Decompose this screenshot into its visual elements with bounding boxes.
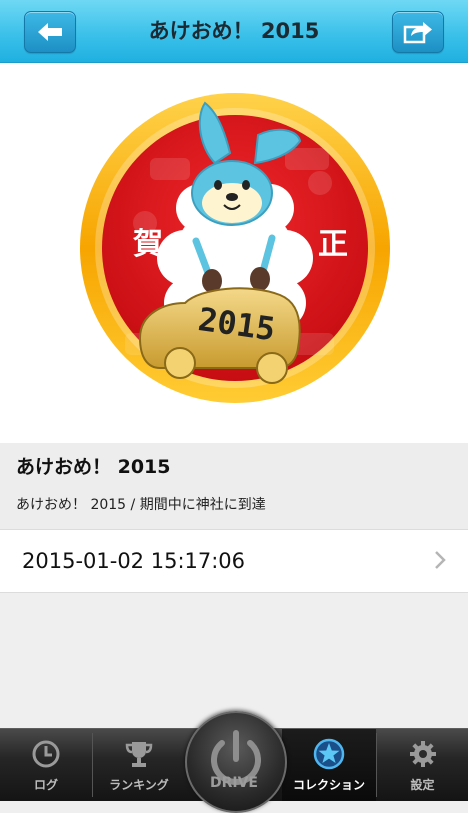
trophy-icon [125,742,153,767]
power-icon [211,730,261,785]
tab-label: ログ [33,778,58,792]
drive-button[interactable] [185,711,287,813]
back-button[interactable] [24,11,76,53]
timestamp-row[interactable]: 2015-01-02 15:17:06 [0,529,468,593]
tab-ranking[interactable]: ランキング [93,729,185,801]
share-arrow-icon [403,22,432,44]
star-icon [313,738,345,770]
page-title: あけおめ！ 2015 [148,19,320,43]
svg-text:正: 正 [318,227,348,262]
tab-settings[interactable]: 設定 [377,729,468,801]
share-button[interactable] [392,11,444,53]
chevron-right-icon [435,551,446,569]
achievement-description: あけおめ！ 2015 / 期間中に神社に到達 [16,497,266,513]
tab-log[interactable]: ログ [0,729,92,801]
drive-label: DRIVE [209,775,258,791]
arrow-left-icon [38,23,62,41]
clock-icon [32,740,60,768]
timestamp-value: 2015-01-02 15:17:06 [22,549,246,573]
tab-collection[interactable]: コレクション [282,729,376,801]
badge-area: 賀 正 2015 [0,63,468,443]
tab-label: ランキング [109,778,169,792]
achievement-title: あけおめ！ 2015 [16,456,171,478]
achievement-badge: 賀 正 2015 [80,93,390,403]
gear-icon [409,741,436,767]
navigation-bar: あけおめ！ 2015 [0,0,468,63]
tab-label: コレクション [292,778,365,792]
tab-label: 設定 [410,778,435,792]
svg-text:賀: 賀 [133,227,163,262]
